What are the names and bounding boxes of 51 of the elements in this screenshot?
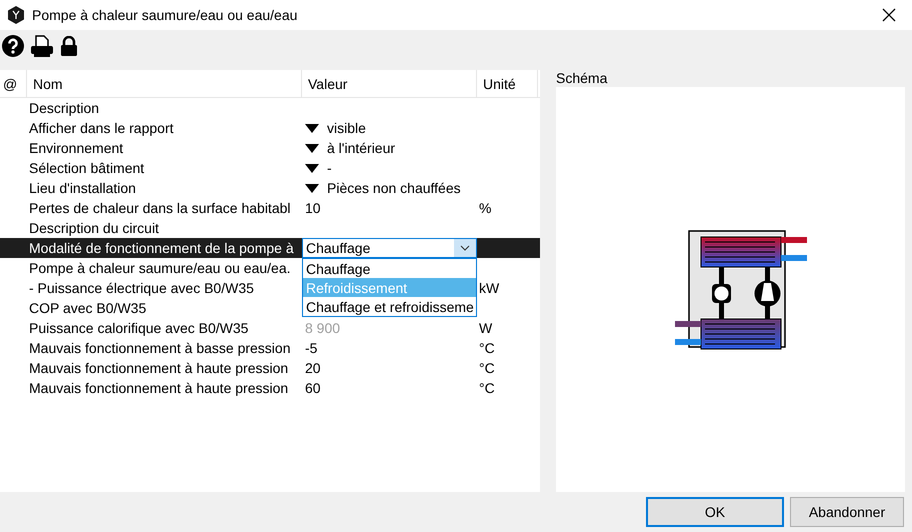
lock-button[interactable] — [60, 36, 78, 56]
value-text: 20 — [305, 360, 321, 376]
cancel-button[interactable]: Abandonner — [790, 497, 904, 527]
help-button[interactable] — [2, 35, 24, 57]
print-button[interactable] — [30, 35, 54, 57]
property-name[interactable]: Mauvais fonctionnement à basse pression — [27, 340, 302, 356]
property-name[interactable]: COP avec B0/W35 — [27, 300, 302, 316]
value-text: 8 900 — [305, 320, 340, 336]
dropdown-arrow-icon[interactable] — [305, 144, 319, 152]
unit-text: W — [478, 320, 494, 336]
property-name[interactable]: Description — [27, 100, 302, 116]
window-title: Pompe à chaleur saumure/eau ou eau/eau — [32, 7, 298, 23]
printer-icon — [30, 35, 54, 57]
property-name[interactable]: Description du circuit — [27, 220, 302, 236]
value-text: 60 — [305, 380, 321, 396]
property-name[interactable]: Environnement — [27, 140, 302, 156]
unit-text: °C — [478, 340, 496, 356]
schema-title: Schéma — [556, 70, 608, 86]
property-name[interactable]: Lieu d'installation — [27, 180, 302, 196]
column-header[interactable]: Unité — [477, 70, 538, 97]
dropdown-arrow-icon[interactable] — [305, 184, 319, 192]
dropdown-arrow-icon[interactable] — [305, 164, 319, 172]
column-header[interactable]: Valeur — [302, 70, 477, 97]
value-text: - — [327, 160, 332, 176]
help-icon — [2, 35, 24, 57]
column-header[interactable]: Nom — [27, 70, 302, 97]
property-name[interactable]: Mauvais fonctionnement à haute pression — [27, 380, 302, 396]
value-text: -5 — [305, 340, 318, 356]
close-icon — [882, 8, 896, 22]
property-name[interactable]: Pompe à chaleur saumure/eau ou eau/ea. — [27, 260, 302, 276]
ok-button[interactable]: OK — [646, 497, 784, 527]
column-header[interactable]: @ — [0, 70, 27, 97]
property-name[interactable]: Mauvais fonctionnement à haute pression — [27, 360, 302, 376]
unit-text: kW — [478, 280, 500, 296]
lock-icon — [60, 36, 78, 56]
dropdown-arrow-icon[interactable] — [305, 124, 319, 132]
app-icon — [8, 6, 24, 24]
property-name[interactable]: - Puissance électrique avec B0/W35 — [27, 280, 302, 296]
property-name[interactable]: Sélection bâtiment — [27, 160, 302, 176]
unit-text: % — [478, 200, 492, 216]
dropdown-field[interactable]: Chauffage — [302, 238, 477, 258]
chevron-down-icon — [460, 245, 470, 251]
unit-text: °C — [478, 360, 496, 376]
value-text: à l'intérieur — [327, 140, 396, 156]
value-text: visible — [327, 120, 366, 136]
property-name[interactable]: Afficher dans le rapport — [27, 120, 302, 136]
unit-text: °C — [478, 380, 496, 396]
value-text: 10 — [305, 200, 321, 216]
property-name[interactable]: Modalité de fonctionnement de la pompe à — [27, 240, 302, 256]
value-text: Pièces non chauffées — [327, 180, 461, 196]
property-name[interactable]: Pertes de chaleur dans la surface habitabl — [27, 200, 302, 216]
